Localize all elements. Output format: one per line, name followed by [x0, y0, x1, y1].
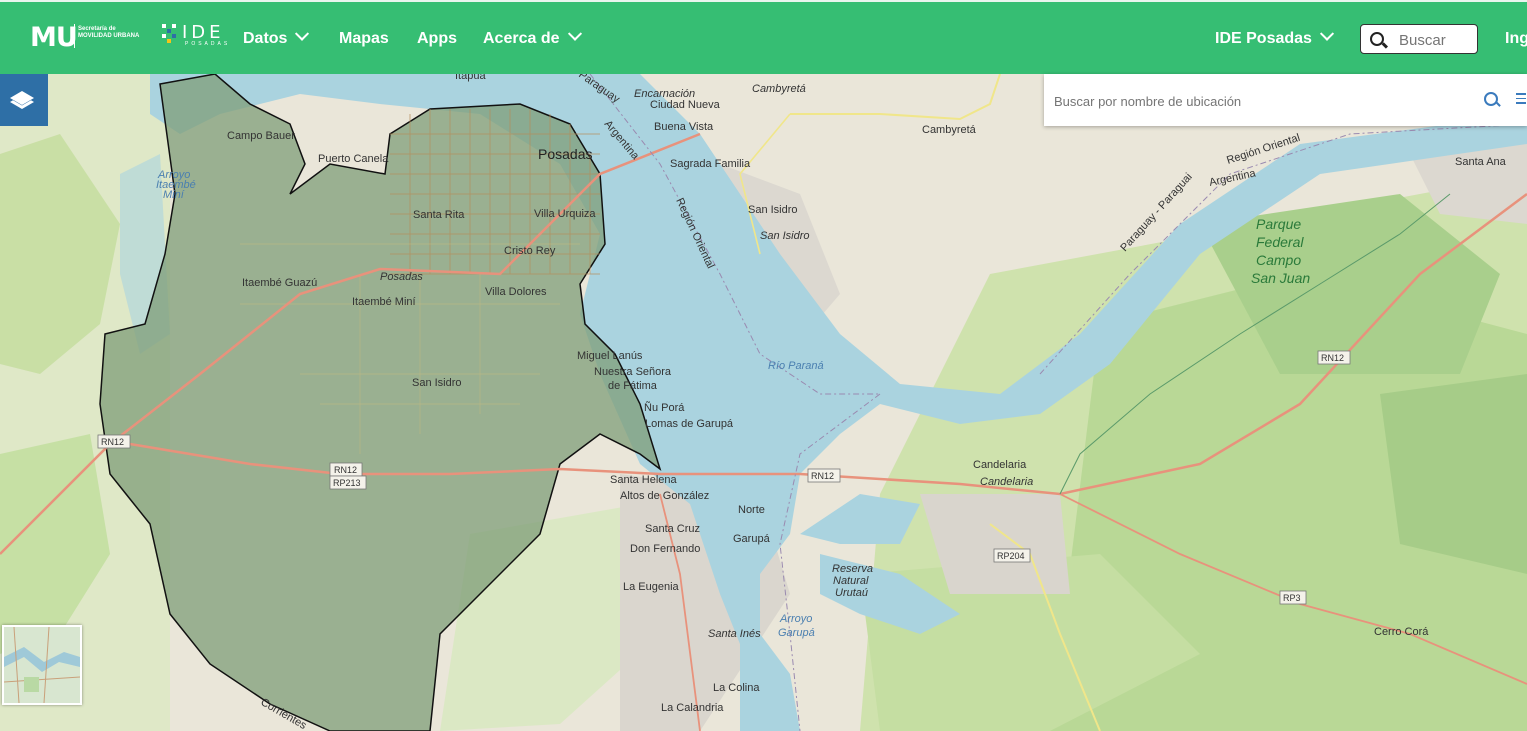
nav-acerca-de-label: Acerca de — [483, 30, 560, 47]
basemap-switcher[interactable] — [2, 625, 82, 705]
top-navbar: MU Secretaría de MOVILIDAD URBANA IDE PO… — [0, 0, 1527, 74]
label-nu-pora: Ñu Porá — [644, 401, 685, 414]
login-link[interactable]: Ing — [1505, 30, 1527, 48]
label-san-isidro-py-it: San Isidro — [760, 230, 810, 242]
label-don-fernando: Don Fernando — [630, 543, 700, 555]
label-la-calandria: La Calandria — [661, 702, 724, 714]
header-search[interactable] — [1360, 24, 1479, 54]
label-posadas-area: Posadas — [380, 271, 423, 283]
label-la-colina: La Colina — [713, 682, 760, 694]
label-santa-ines: Santa Inés — [708, 628, 761, 640]
label-parque-2: Federal — [1256, 234, 1304, 250]
label-la-eugenia: La Eugenia — [623, 581, 680, 593]
label-altos-gonzalez: Altos de González — [620, 490, 709, 502]
label-rio-parana: Río Paraná — [768, 360, 824, 372]
search-icon — [1370, 32, 1384, 46]
label-cambyreta: Cambyretá — [922, 124, 977, 136]
header-search-input[interactable] — [1397, 29, 1479, 51]
basemap-thumbnail — [4, 627, 80, 703]
label-candelaria-it: Candelaria — [980, 476, 1033, 488]
nav-apps[interactable]: Apps — [417, 30, 457, 48]
ide-selector-label: IDE Posadas — [1215, 30, 1312, 47]
chevron-down-icon — [295, 26, 310, 41]
logo-ide-text: IDE — [182, 22, 225, 43]
label-nuestra-senora: Nuestra Señora — [594, 366, 672, 378]
shield-rp3: RP3 — [1283, 593, 1301, 603]
label-villa-dolores: Villa Dolores — [485, 286, 547, 298]
nav-datos[interactable]: Datos — [243, 26, 310, 48]
label-reserva-2: Natural — [833, 575, 869, 587]
logo-separator — [74, 24, 75, 48]
label-ciudad-nueva: Ciudad Nueva — [650, 99, 721, 111]
label-san-isidro: San Isidro — [412, 377, 462, 389]
label-arroyo-garupa-1: Arroyo — [779, 613, 812, 625]
shield-rn12-a: RN12 — [101, 437, 124, 447]
label-de-fatima: de Fátima — [608, 380, 658, 392]
label-parque-4: San Juan — [1251, 270, 1310, 286]
label-posadas: Posadas — [538, 146, 592, 162]
label-buena-vista: Buena Vista — [654, 121, 714, 133]
search-icon[interactable] — [1484, 92, 1498, 106]
logo-mu[interactable]: MU — [30, 22, 78, 53]
label-reserva-1: Reserva — [832, 563, 873, 575]
label-parque-1: Parque — [1256, 216, 1301, 232]
shield-rp213: RP213 — [333, 478, 361, 488]
label-sagrada-familia: Sagrada Familia — [670, 158, 751, 170]
label-itaembe-guazu: Itaembé Guazú — [242, 277, 317, 289]
label-arroyo-itaembe-3: Miní — [163, 189, 185, 201]
nav-acerca-de[interactable]: Acerca de — [483, 26, 582, 48]
label-santa-rita: Santa Rita — [413, 209, 465, 221]
label-santa-ana: Santa Ana — [1455, 156, 1507, 168]
logo-ide-subtitle: POSADAS — [185, 41, 231, 47]
layers-button[interactable] — [0, 74, 48, 126]
label-miguel-lanus: Miguel Lanús — [577, 350, 643, 362]
nav-apps-label: Apps — [417, 30, 457, 47]
label-lomas-garupa: Lomas de Garupá — [645, 418, 734, 430]
label-itaembe-mini: Itaembé Miní — [352, 296, 416, 308]
label-san-isidro-py: San Isidro — [748, 204, 798, 216]
shield-rn12-d: RN12 — [1321, 353, 1344, 363]
shield-rn12-c: RN12 — [811, 471, 834, 481]
menu-icon[interactable] — [1516, 93, 1526, 104]
label-norte: Norte — [738, 504, 765, 516]
label-cerro-cora: Cerro Corá — [1374, 626, 1429, 638]
location-search-input[interactable] — [1052, 90, 1476, 112]
chevron-down-icon — [1319, 26, 1335, 41]
map-tiles[interactable]: Posadas Posadas Encarnación Ciudad Nueva… — [0, 74, 1527, 731]
label-santa-cruz: Santa Cruz — [645, 523, 700, 535]
shield-rp204: RP204 — [997, 551, 1025, 561]
nav-mapas[interactable]: Mapas — [339, 30, 389, 48]
ide-selector[interactable]: IDE Posadas — [1215, 26, 1335, 48]
label-campo-bauer: Campo Bauer — [227, 130, 295, 142]
chevron-down-icon — [567, 26, 582, 41]
label-reserva-3: Urutaú — [835, 587, 868, 599]
label-santa-helena: Santa Helena — [610, 474, 678, 486]
shield-rn12-b: RN12 — [334, 465, 357, 475]
label-parque-3: Campo — [1256, 252, 1301, 268]
nav-mapas-label: Mapas — [339, 30, 389, 47]
label-cambyreta-it: Cambyretá — [752, 83, 806, 95]
label-garupa: Garupá — [733, 533, 771, 545]
label-itapua: Itapúa — [455, 74, 486, 82]
label-villa-urquiza: Villa Urquiza — [534, 208, 596, 220]
label-candelaria: Candelaria — [973, 459, 1027, 471]
label-arroyo-garupa-2: Garupá — [778, 627, 815, 639]
label-cristo-rey: Cristo Rey — [504, 245, 556, 257]
nav-datos-label: Datos — [243, 30, 288, 47]
layers-icon — [10, 91, 34, 109]
label-puerto-canela: Puerto Canela — [318, 153, 389, 165]
logo-mu-subtitle: Secretaría de MOVILIDAD URBANA — [78, 26, 140, 39]
map-canvas[interactable]: Posadas Posadas Encarnación Ciudad Nueva… — [0, 74, 1527, 731]
location-search[interactable] — [1044, 74, 1527, 126]
